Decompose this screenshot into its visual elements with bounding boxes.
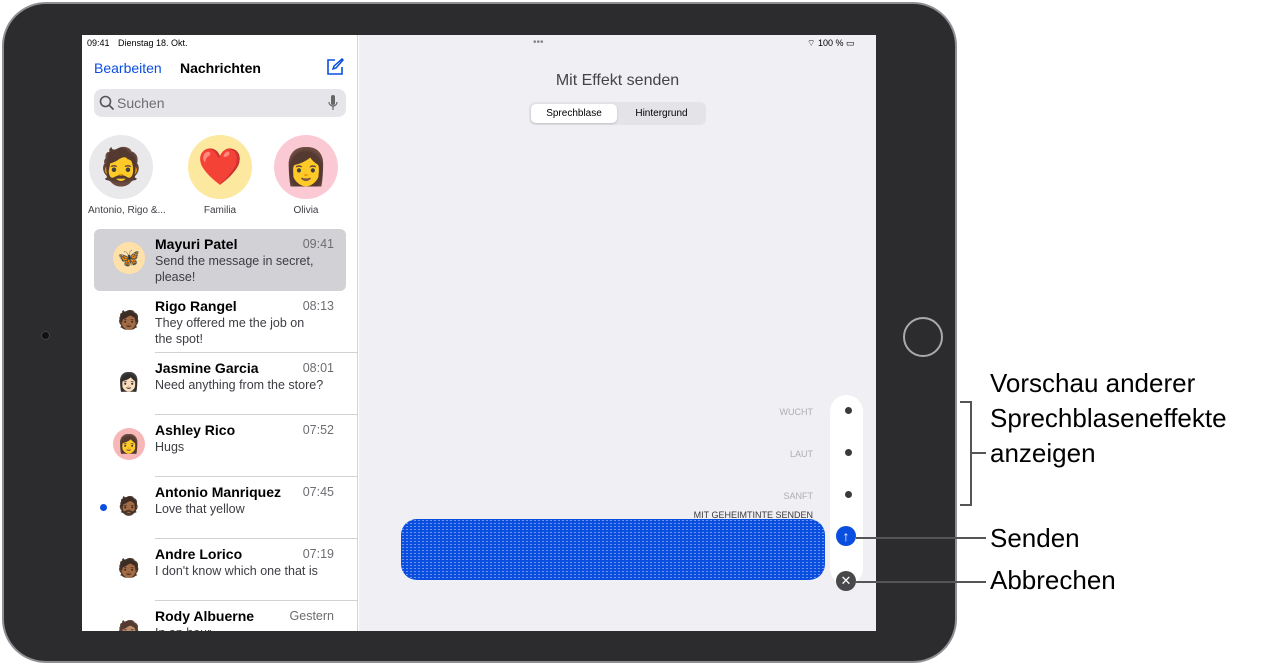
unread-dot bbox=[100, 504, 107, 511]
heart-avatar: ❤️ bbox=[188, 135, 252, 199]
effect-panel: ••• ⌔ 100 % ▭ Mit Effekt senden Sprechbl… bbox=[359, 35, 876, 631]
callout-line bbox=[972, 452, 986, 454]
conversation-row[interactable]: 🦋 Mayuri Patel 09:41 Send the message in… bbox=[94, 229, 346, 291]
status-date: Dienstag 18. Okt. bbox=[118, 38, 188, 48]
olivia-avatar: 👩 bbox=[274, 135, 338, 199]
contact-name: Ashley Rico bbox=[155, 422, 236, 438]
message-time: 08:13 bbox=[302, 299, 334, 313]
home-button[interactable] bbox=[903, 317, 943, 357]
contact-name: Andre Lorico bbox=[155, 546, 243, 562]
contact-name: Rody Albuerne bbox=[155, 608, 255, 624]
message-preview: I don't know which one that is bbox=[155, 564, 318, 578]
edit-button[interactable]: Bearbeiten bbox=[94, 60, 162, 76]
battery-text: 100 % bbox=[817, 38, 844, 48]
message-preview: Send the message in secret, please! bbox=[155, 254, 314, 284]
effect-selector-track bbox=[830, 395, 863, 585]
message-time: Gestern bbox=[289, 609, 334, 623]
message-time: 08:01 bbox=[302, 361, 334, 375]
cancel-x-icon[interactable]: ✕ bbox=[836, 571, 856, 591]
sidebar-title: Nachrichten bbox=[180, 60, 261, 76]
callout-line-send bbox=[856, 537, 986, 539]
tab-hintergrund[interactable]: Hintergrund bbox=[619, 104, 704, 123]
search-placeholder: Suchen bbox=[117, 95, 165, 111]
annotation-preview: Vorschau anderer Sprechblaseneffekte anz… bbox=[990, 368, 1227, 468]
annotation-cancel: Abbrechen bbox=[990, 565, 1116, 595]
send-arrow-icon[interactable]: ↑ bbox=[836, 526, 856, 546]
contact-avatar: 🧑🏾 bbox=[113, 304, 145, 336]
message-time: 07:45 bbox=[302, 485, 334, 499]
conversation-row[interactable]: 🧑🏽 Rody Albuerne Gestern In an hour bbox=[94, 601, 346, 631]
contact-name: Mayuri Patel bbox=[155, 236, 238, 252]
contact-name: Antonio Manriquez bbox=[155, 484, 281, 500]
pinned-olivia[interactable]: 👩 Olivia bbox=[273, 135, 339, 216]
group-avatar: 🧔 bbox=[89, 135, 153, 199]
contact-avatar: 👩🏻 bbox=[113, 366, 145, 398]
conversation-row[interactable]: 🧑🏾 Rigo Rangel 08:13 They offered me the… bbox=[94, 291, 358, 353]
contact-avatar: 🦋 bbox=[113, 242, 145, 274]
message-preview: In an hour bbox=[155, 625, 325, 631]
contact-avatar: 🧑🏾 bbox=[113, 552, 145, 584]
effect-dot-sanft[interactable] bbox=[845, 491, 852, 498]
search-icon bbox=[99, 95, 115, 111]
message-time: 09:41 bbox=[302, 237, 334, 251]
message-time: 07:19 bbox=[302, 547, 334, 561]
message-preview: They offered me the job on the spot! bbox=[155, 316, 305, 346]
effect-type-tabs: Sprechblase Hintergrund bbox=[529, 102, 706, 125]
effect-dot-wucht[interactable] bbox=[845, 407, 852, 414]
status-time: 09:41 bbox=[87, 38, 110, 48]
conversation-row[interactable]: 🧑🏾 Andre Lorico 07:19 I don't know which… bbox=[94, 539, 358, 601]
message-time: 07:52 bbox=[302, 423, 334, 437]
annotation-send: Senden bbox=[990, 523, 1080, 553]
message-preview: Love that yellow bbox=[155, 502, 245, 516]
callout-line-cancel bbox=[856, 581, 986, 583]
contact-name: Rigo Rangel bbox=[155, 298, 237, 314]
panel-title: Mit Effekt senden bbox=[555, 72, 680, 89]
contact-avatar: 🧑🏽 bbox=[113, 614, 145, 631]
effect-laut[interactable]: LAUT bbox=[713, 449, 813, 459]
effect-wucht[interactable]: WUCHT bbox=[713, 407, 814, 417]
pinned-familia[interactable]: ❤️ Familia bbox=[187, 135, 253, 216]
multitask-dots[interactable]: ••• bbox=[533, 37, 544, 48]
conversation-row[interactable]: 🧔🏾 Antonio Manriquez 07:45 Love that yel… bbox=[94, 477, 358, 539]
contact-avatar: 👩 bbox=[113, 428, 145, 460]
conversation-row[interactable]: 👩🏻 Jasmine Garcia 08:01 Need anything fr… bbox=[94, 353, 358, 415]
pinned-label: Familia bbox=[203, 205, 237, 216]
message-preview: Need anything from the store? bbox=[155, 378, 324, 392]
effect-dot-laut[interactable] bbox=[845, 449, 852, 456]
pinned-group-antonio-rigo[interactable]: 🧔 Antonio, Rigo &... bbox=[88, 135, 166, 216]
contact-avatar: 🧔🏾 bbox=[113, 490, 145, 522]
conversation-row[interactable]: 👩 Ashley Rico 07:52 Hugs bbox=[94, 415, 358, 477]
bracket-line bbox=[960, 401, 972, 506]
invisible-ink-message-bubble bbox=[401, 519, 825, 580]
tab-sprechblase[interactable]: Sprechblase bbox=[531, 104, 617, 123]
effect-sanft[interactable]: SANFT bbox=[713, 491, 813, 501]
message-preview: Hugs bbox=[155, 440, 185, 454]
contact-name: Jasmine Garcia bbox=[155, 360, 259, 376]
search-input[interactable]: Suchen bbox=[94, 89, 346, 117]
pinned-label: Antonio, Rigo &... bbox=[88, 205, 166, 216]
microphone-icon[interactable] bbox=[328, 95, 338, 111]
pinned-label: Olivia bbox=[293, 205, 319, 216]
compose-icon[interactable] bbox=[326, 58, 344, 76]
camera bbox=[41, 331, 50, 340]
screen: 09:41 Dienstag 18. Okt. Bearbeiten Nachr… bbox=[82, 35, 876, 631]
wifi-battery-status: ⌔ 100 % ▭ bbox=[807, 38, 855, 48]
sidebar: 09:41 Dienstag 18. Okt. Bearbeiten Nachr… bbox=[82, 35, 358, 631]
